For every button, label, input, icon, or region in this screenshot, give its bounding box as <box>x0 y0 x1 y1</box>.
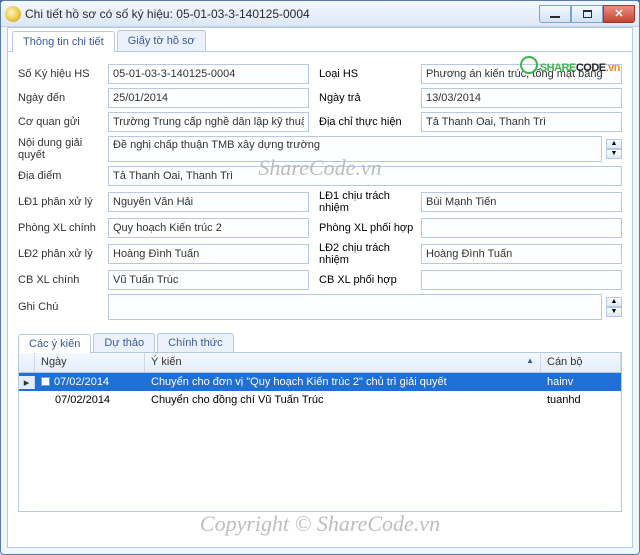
label-co-quan-gui: Cơ quan gửi <box>18 116 104 128</box>
label-ld1-xl: LĐ1 phân xử lý <box>18 196 104 208</box>
label-ngay-tra: Ngày trả <box>313 92 417 104</box>
tab-documents[interactable]: Giấy tờ hồ sơ <box>117 30 206 51</box>
label-so-ky-hieu: Số Ký hiệu HS <box>18 68 104 80</box>
field-ld1-xl[interactable] <box>108 192 309 212</box>
tab-detail[interactable]: Thông tin chi tiết <box>12 31 115 52</box>
label-cb-xl: CB XL chính <box>18 274 104 286</box>
field-cb-ph[interactable] <box>421 270 622 290</box>
label-ghi-chu: Ghi Chú <box>18 301 104 313</box>
label-loai-hs: Loại HS <box>313 68 417 80</box>
spin-down-icon[interactable]: ▼ <box>606 307 622 317</box>
label-ngay-den: Ngày đến <box>18 92 104 104</box>
detail-form: Số Ký hiệu HS Loại HS Ngày đến Ngày trả … <box>8 52 632 328</box>
titlebar: Chi tiết hồ sơ có số ký hiệu: 05-01-03-3… <box>1 1 639 27</box>
spin-down-icon[interactable]: ▼ <box>606 149 622 159</box>
label-dia-chi-th: Địa chỉ thực hiện <box>313 116 417 128</box>
grid-header-indicator <box>19 353 35 372</box>
field-co-quan-gui[interactable] <box>108 112 309 132</box>
window-controls: ✕ <box>539 5 635 23</box>
label-ld2-xl: LĐ2 phân xử lý <box>18 248 104 260</box>
spin-up-icon[interactable]: ▲ <box>606 139 622 149</box>
table-row[interactable]: ▸-07/02/2014Chuyển cho đơn vị "Quy hoạch… <box>19 373 621 391</box>
brand-logo: SHARECODE.vn <box>520 56 620 76</box>
field-dia-chi-th[interactable] <box>421 112 622 132</box>
subtab-opinions[interactable]: Các ý kiến <box>18 334 91 353</box>
field-ngay-tra[interactable] <box>421 88 622 108</box>
label-phong-xl: Phòng XL chính <box>18 222 104 234</box>
label-cb-ph: CB XL phối hợp <box>313 274 417 286</box>
minimize-button[interactable] <box>539 5 571 23</box>
field-noi-dung[interactable]: Đề nghị chấp thuận TMB xây dựng trường <box>108 136 602 162</box>
grid-body: ▸-07/02/2014Chuyển cho đơn vị "Quy hoạch… <box>19 373 621 409</box>
tree-toggle-icon[interactable]: - <box>41 377 50 386</box>
cell-opinion: Chuyển cho đồng chí Vũ Tuấn Trúc <box>145 392 541 408</box>
label-ld1-cn: LĐ1 chịu trách nhiệm <box>313 190 417 214</box>
cell-date: -07/02/2014 <box>35 374 145 390</box>
grid-header-opinion[interactable]: Ý kiến <box>145 353 541 372</box>
spin-up-icon[interactable]: ▲ <box>606 297 622 307</box>
field-ld2-xl[interactable] <box>108 244 309 264</box>
cell-opinion: Chuyển cho đơn vị "Quy hoạch Kiến trúc 2… <box>145 374 541 390</box>
label-ld2-cn: LĐ2 chịu trách nhiệm <box>313 242 417 266</box>
cell-date: 07/02/2014 <box>35 392 145 408</box>
field-dia-diem[interactable] <box>108 166 622 186</box>
field-ld1-cn[interactable] <box>421 192 622 212</box>
field-cb-xl[interactable] <box>108 270 309 290</box>
window: Chi tiết hồ sơ có số ký hiệu: 05-01-03-3… <box>0 0 640 555</box>
label-phong-ph: Phòng XL phối hợp <box>313 222 417 234</box>
field-so-ky-hieu[interactable] <box>108 64 309 84</box>
cell-staff: hainv <box>541 374 621 390</box>
sub-tabs: Các ý kiến Dự thảo Chính thức <box>8 330 632 352</box>
app-icon <box>5 6 21 22</box>
field-phong-xl[interactable] <box>108 218 309 238</box>
label-noi-dung: Nội dung giải quyết <box>18 137 104 161</box>
row-indicator: ▸ <box>19 376 35 389</box>
field-phong-ph[interactable] <box>421 218 622 238</box>
field-ld2-cn[interactable] <box>421 244 622 264</box>
main-tabs: Thông tin chi tiết Giấy tờ hồ sơ <box>8 28 632 52</box>
grid-header-date[interactable]: Ngày <box>35 353 145 372</box>
close-button[interactable]: ✕ <box>603 5 635 23</box>
cell-staff: tuanhd <box>541 392 621 408</box>
field-ghi-chu[interactable] <box>108 294 602 320</box>
subtab-official[interactable]: Chính thức <box>157 333 233 352</box>
ghi-chu-spinner[interactable]: ▲▼ <box>606 297 622 317</box>
subtab-draft[interactable]: Dự thảo <box>93 333 155 352</box>
label-dia-diem: Địa điểm <box>18 170 104 182</box>
maximize-button[interactable] <box>571 5 603 23</box>
grid-header-staff[interactable]: Cán bộ <box>541 353 621 372</box>
opinions-grid: Ngày Ý kiến Cán bộ ▸-07/02/2014Chuyển ch… <box>18 352 622 512</box>
client-area: Thông tin chi tiết Giấy tờ hồ sơ SHARECO… <box>7 27 633 548</box>
brand-icon <box>520 56 538 74</box>
grid-header: Ngày Ý kiến Cán bộ <box>19 353 621 373</box>
field-ngay-den[interactable] <box>108 88 309 108</box>
noi-dung-spinner[interactable]: ▲▼ <box>606 139 622 159</box>
window-title: Chi tiết hồ sơ có số ký hiệu: 05-01-03-3… <box>25 7 539 21</box>
table-row[interactable]: 07/02/2014Chuyển cho đồng chí Vũ Tuấn Tr… <box>19 391 621 409</box>
